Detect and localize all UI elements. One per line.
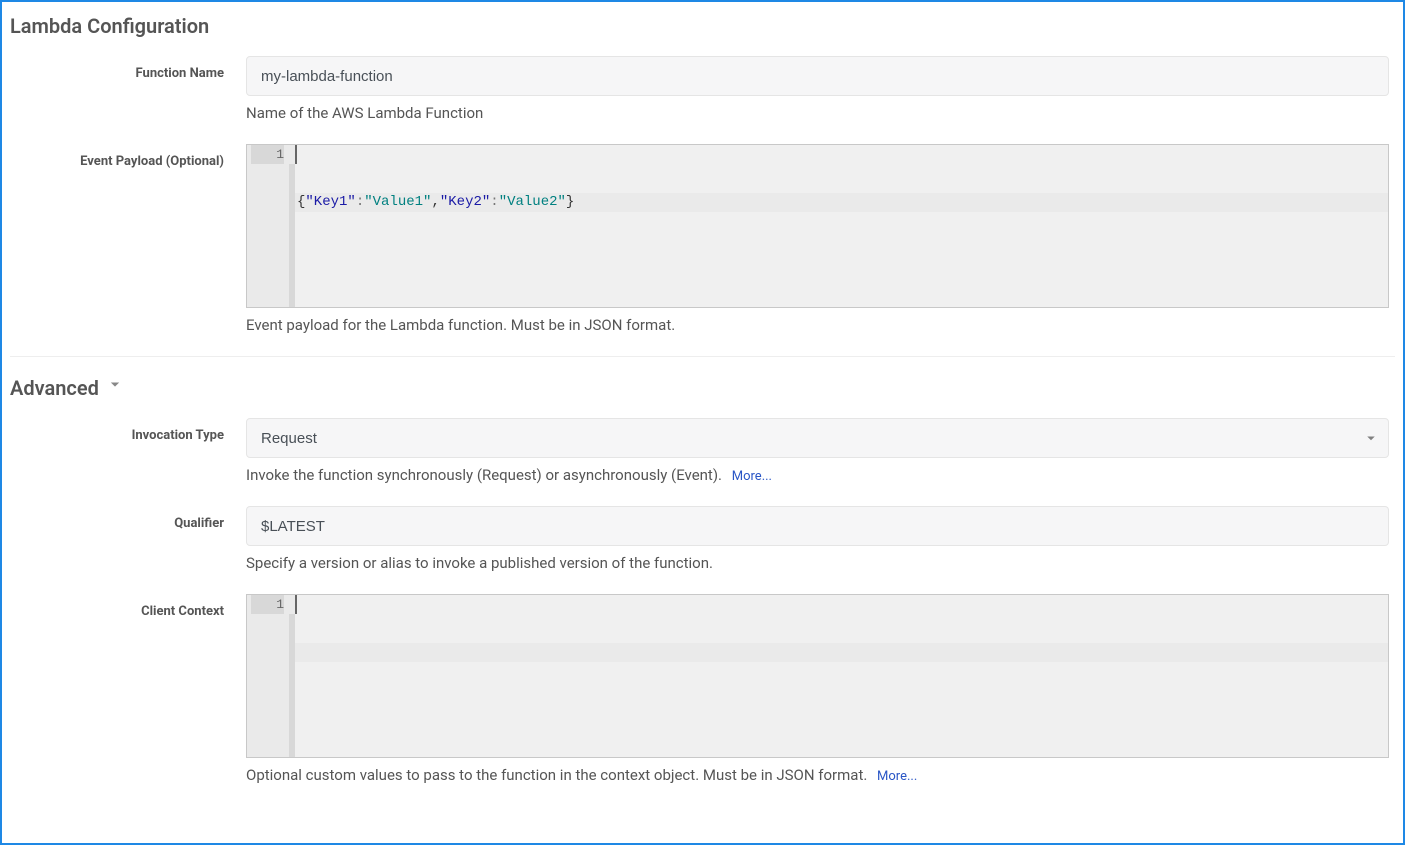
event-payload-row: Event Payload (Optional) 1 {"Key1":"Valu…: [10, 144, 1395, 334]
line-numbers-gutter: 1: [247, 145, 289, 307]
chevron-down-icon[interactable]: [105, 375, 125, 400]
client-context-more-link[interactable]: More...: [877, 769, 917, 784]
invocation-type-label: Invocation Type: [10, 418, 246, 443]
advanced-heading-label: Advanced: [10, 376, 99, 400]
function-name-label: Function Name: [10, 56, 246, 81]
code-area[interactable]: {"Key1":"Value1","Key2":"Value2"}: [295, 145, 1388, 307]
function-name-row: Function Name Name of the AWS Lambda Fun…: [10, 56, 1395, 122]
cursor-indicator-icon: [295, 145, 297, 164]
client-context-help: Optional custom values to pass to the fu…: [246, 766, 1389, 784]
line-number: 1: [251, 595, 284, 614]
code-line: {"Key1":"Value1","Key2":"Value2"}: [295, 193, 1388, 212]
function-name-input[interactable]: [246, 56, 1389, 96]
function-name-help: Name of the AWS Lambda Function: [246, 104, 1389, 122]
invocation-type-row: Invocation Type Request Invoke the funct…: [10, 418, 1395, 484]
line-number: 1: [251, 145, 284, 164]
cursor-indicator-icon: [295, 595, 297, 614]
qualifier-help: Specify a version or alias to invoke a p…: [246, 554, 1389, 572]
qualifier-row: Qualifier Specify a version or alias to …: [10, 506, 1395, 572]
lambda-config-heading: Lambda Configuration: [10, 14, 1395, 38]
code-area[interactable]: [295, 595, 1388, 757]
client-context-row: Client Context 1 Optional custom values …: [10, 594, 1395, 784]
code-line: [295, 643, 1388, 662]
client-context-editor[interactable]: 1: [246, 594, 1389, 758]
event-payload-editor[interactable]: 1 {"Key1":"Value1","Key2":"Value2"}: [246, 144, 1389, 308]
line-numbers-gutter: 1: [247, 595, 289, 757]
event-payload-help: Event payload for the Lambda function. M…: [246, 316, 1389, 334]
qualifier-input[interactable]: [246, 506, 1389, 546]
invocation-type-help: Invoke the function synchronously (Reque…: [246, 466, 1389, 484]
qualifier-label: Qualifier: [10, 506, 246, 531]
advanced-heading[interactable]: Advanced: [10, 375, 1395, 400]
invocation-type-more-link[interactable]: More...: [732, 469, 772, 484]
invocation-type-select[interactable]: Request: [246, 418, 1389, 458]
client-context-label: Client Context: [10, 594, 246, 619]
section-divider: [10, 356, 1395, 357]
event-payload-label: Event Payload (Optional): [10, 144, 246, 169]
